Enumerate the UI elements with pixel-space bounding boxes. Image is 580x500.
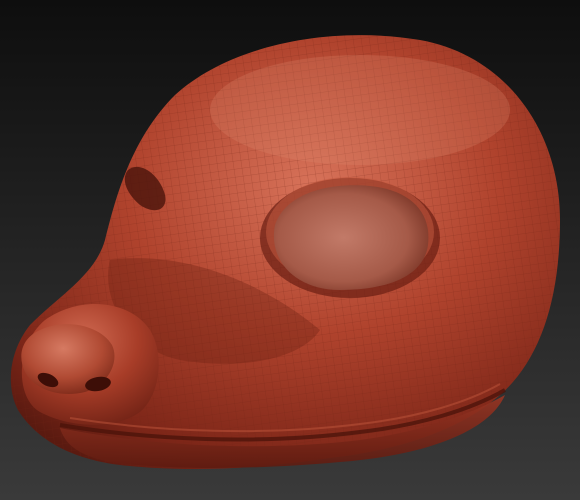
creature-head-model[interactable] [0,0,580,500]
sculpt-viewport[interactable] [0,0,580,500]
brow-highlight [210,55,510,165]
eye-opening[interactable] [273,185,429,290]
